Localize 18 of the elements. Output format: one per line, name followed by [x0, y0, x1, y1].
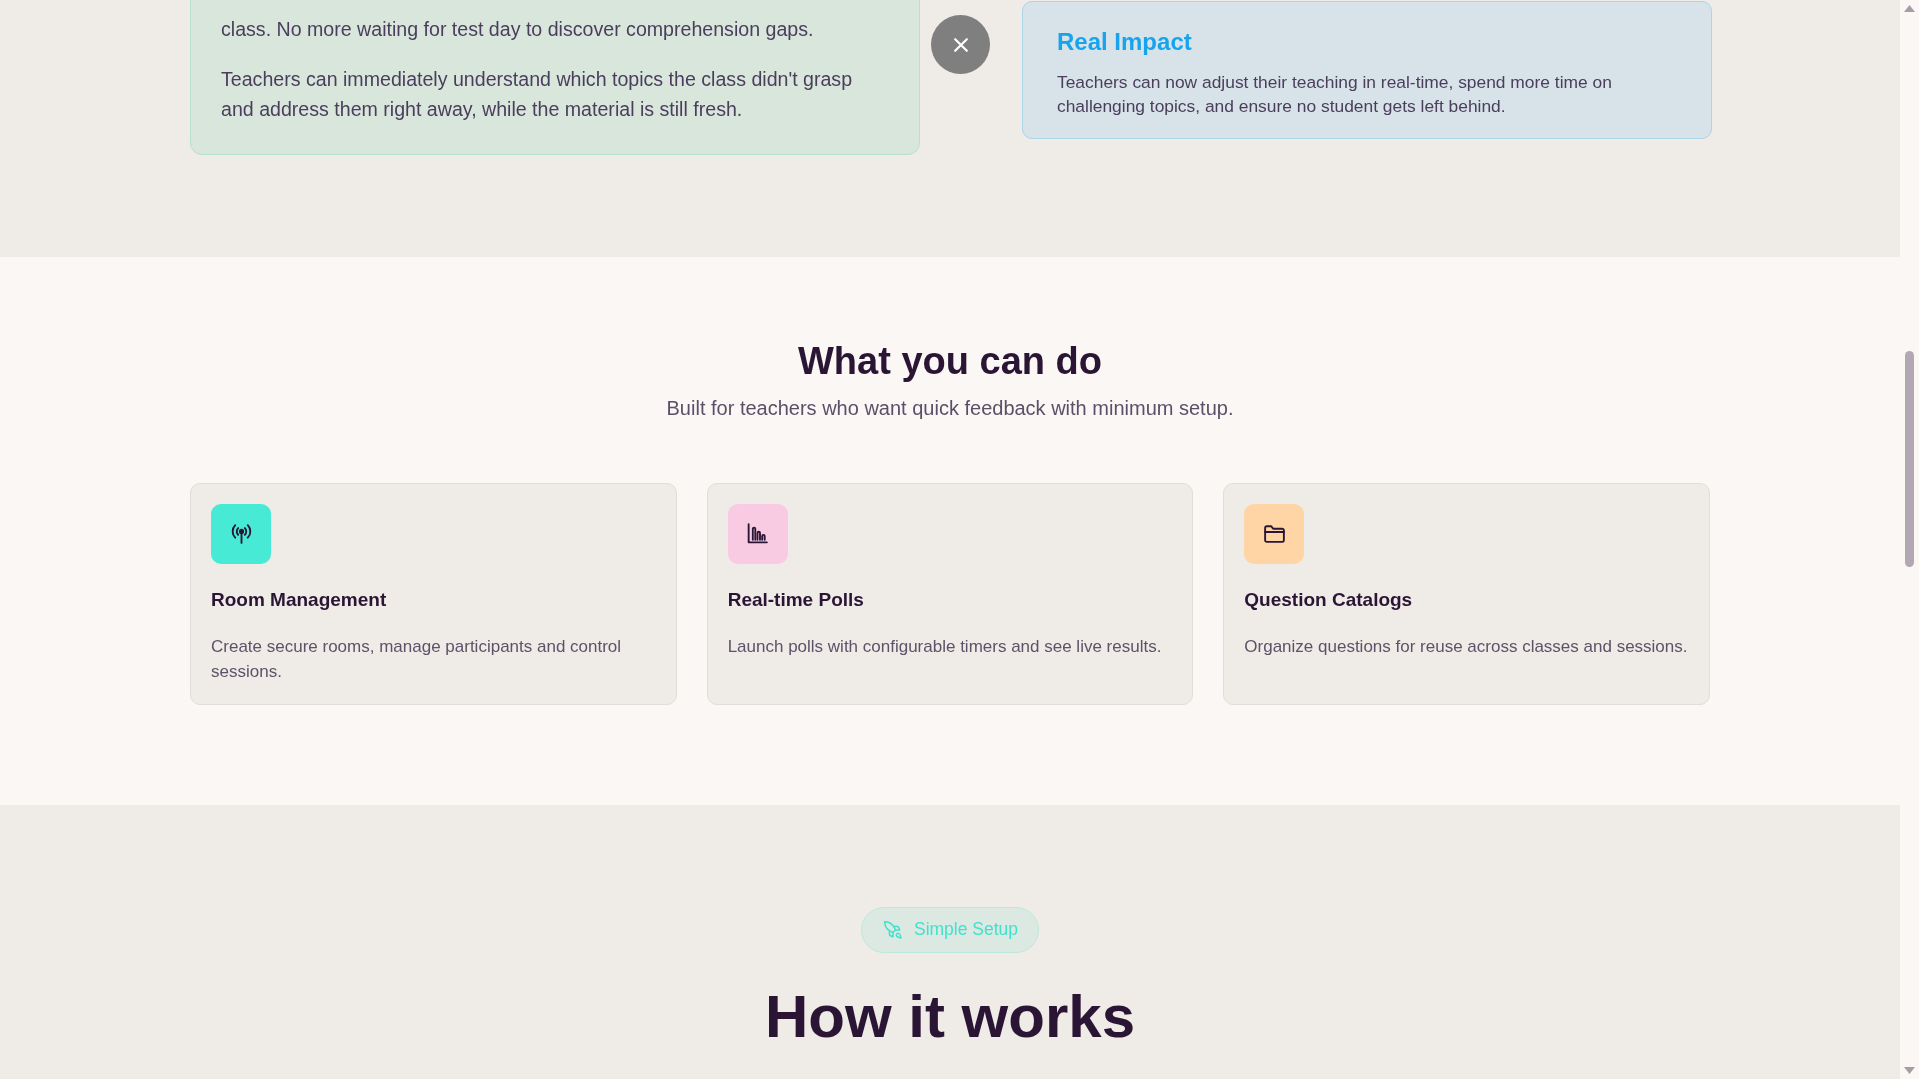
feature-description: Create secure rooms, manage participants and control sessions. [211, 635, 623, 683]
feature-title: Room Management [211, 587, 388, 612]
scrollbar-thumb[interactable] [1905, 351, 1914, 567]
down-arrow-icon[interactable] [1904, 1067, 1915, 1074]
section-subtitle: Built for teachers who want quick feedback with minimum setup. [665, 395, 1235, 421]
feature-title: Real-time Polls [727, 587, 865, 612]
section-heading: What you can do [797, 339, 1103, 384]
badge-label: Simple Setup [913, 918, 1019, 942]
up-arrow-icon[interactable] [1904, 5, 1915, 12]
feature-description: Organize questions for reuse across classes and sessions. [1244, 635, 1689, 658]
card-paragraph: class. No more waiting for test day to discover comprehension gaps. [221, 17, 815, 42]
card-text: Teachers can now adjust their teaching in real-time, spend more time on challenging topics, and ensure no student gets left behind. [1057, 70, 1613, 118]
section-heading: How it works [763, 981, 1137, 1051]
rocket-icon [882, 919, 903, 940]
feature-title: Question Catalogs [1244, 587, 1414, 612]
feature-description: Launch polls with configurable timers and see live results. [727, 635, 1163, 658]
card-title: Real Impact [1057, 28, 1193, 57]
card-paragraph: Teachers can immediately understand which topics the class didn't grasp and address them right away, while the material is still fresh. [221, 67, 854, 122]
